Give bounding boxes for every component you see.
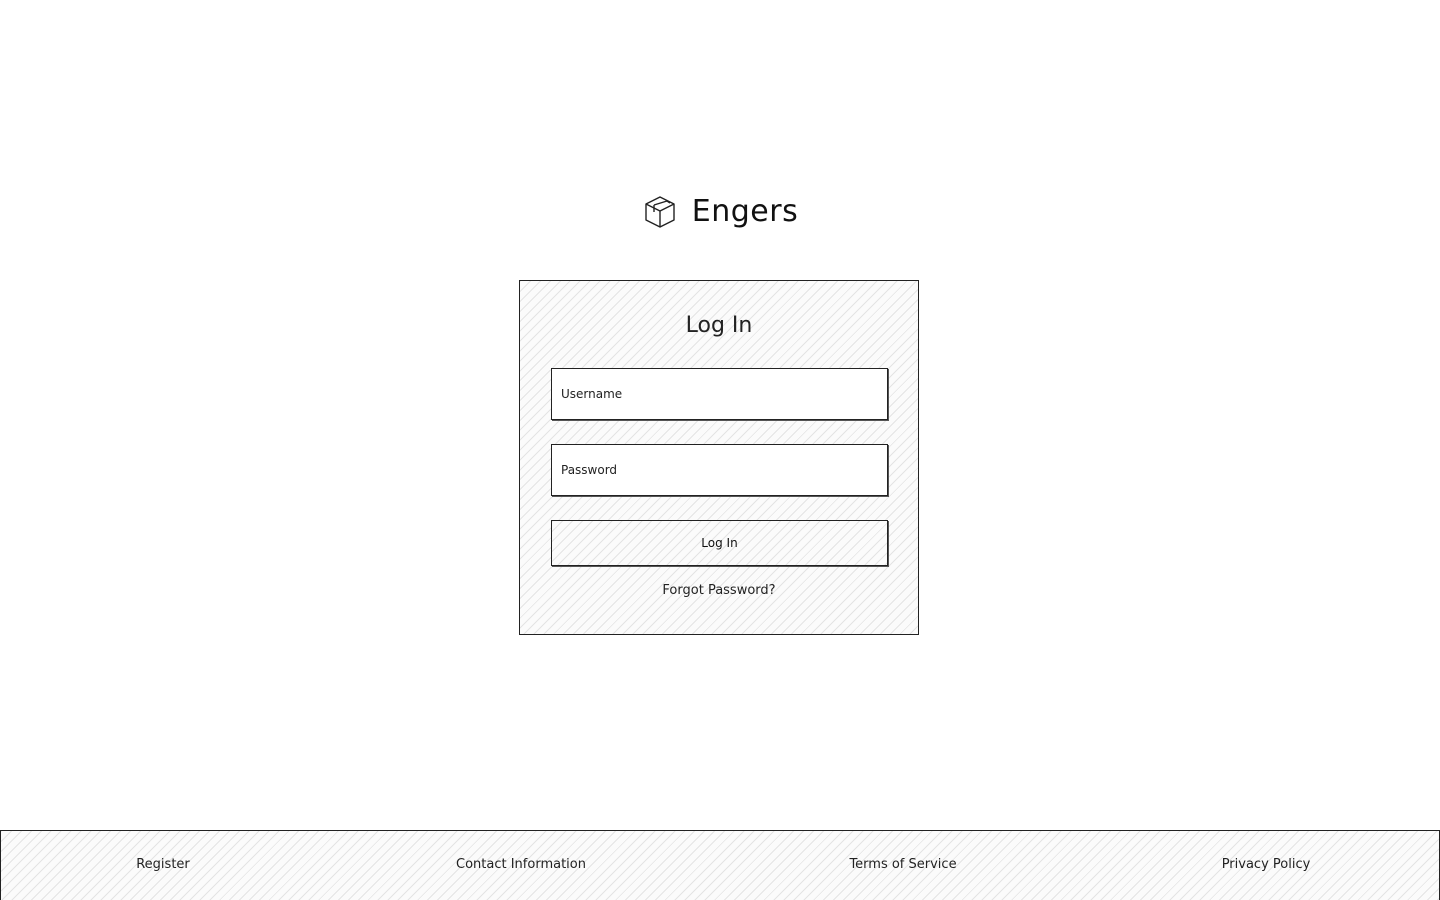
login-title: Log In [685, 313, 753, 338]
footer-link-contact[interactable]: Contact Information [456, 857, 586, 872]
footer-link-terms[interactable]: Terms of Service [849, 857, 956, 872]
login-button[interactable]: Log In [551, 520, 888, 566]
login-button-label: Log In [701, 536, 738, 550]
login-card: Log In Log In Forgot Password? [519, 280, 919, 635]
login-page: Engers Log In Log In Forgot Password? Re… [0, 0, 1440, 900]
footer-link-privacy[interactable]: Privacy Policy [1222, 857, 1311, 872]
username-input[interactable] [552, 369, 887, 419]
username-field-wrapper [551, 368, 888, 420]
brand-name: Engers [691, 194, 799, 229]
password-field-wrapper [551, 444, 888, 496]
password-input[interactable] [552, 445, 887, 495]
footer: Register Contact Information Terms of Se… [0, 830, 1440, 900]
cube-icon [642, 194, 678, 230]
forgot-password-link[interactable]: Forgot Password? [520, 583, 918, 598]
footer-link-register[interactable]: Register [136, 857, 190, 872]
brand-logo: Engers [0, 192, 1440, 232]
